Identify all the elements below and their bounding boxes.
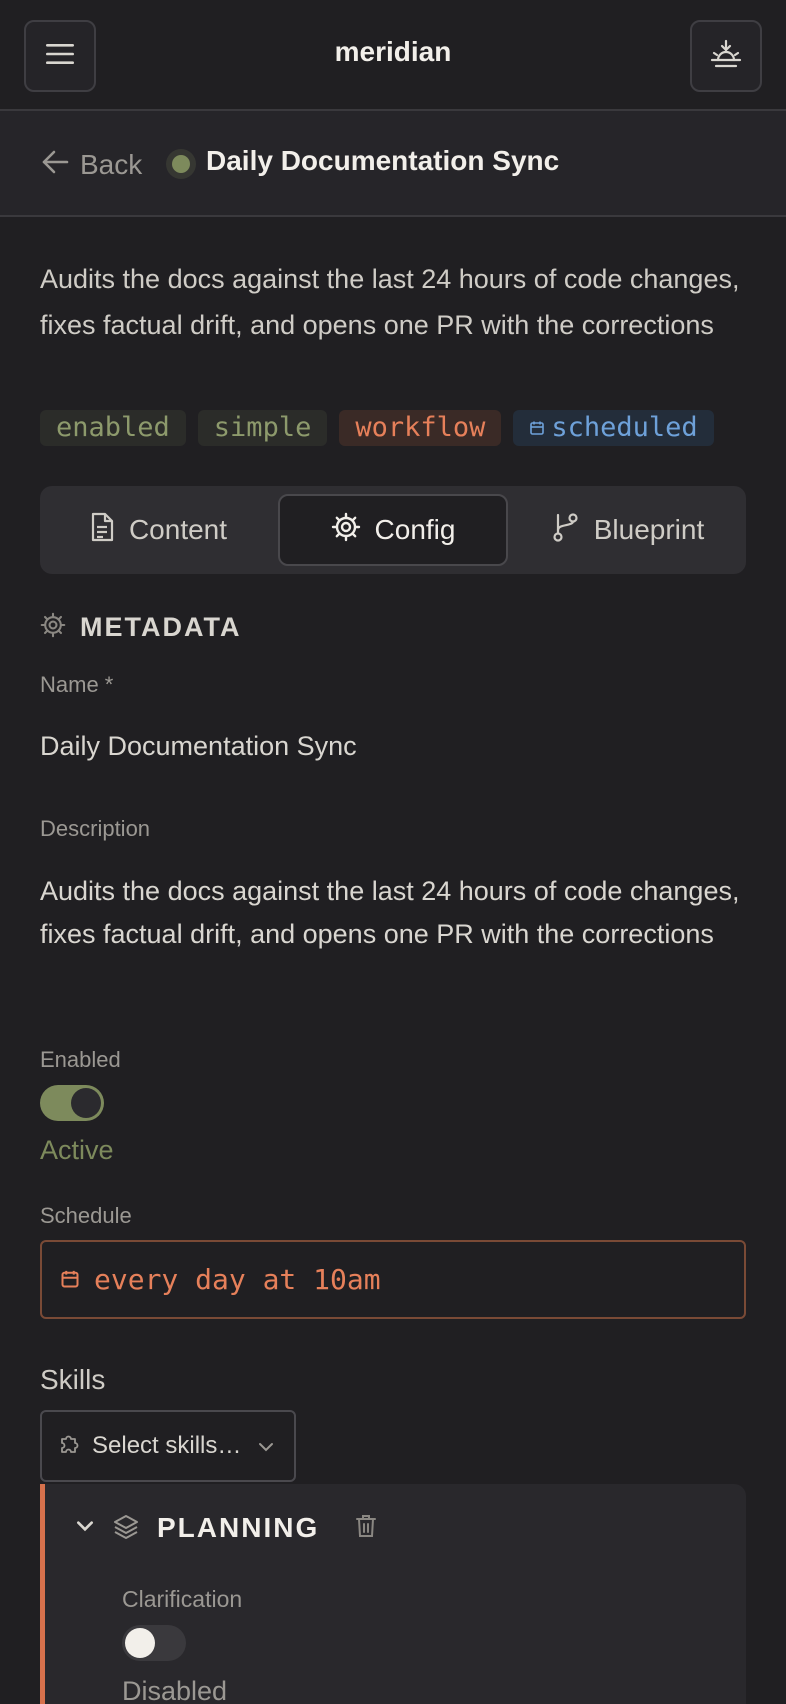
clarification-label: Clarification (122, 1586, 243, 1612)
tag-scheduled: scheduled (513, 410, 714, 446)
tag-workflow: workflow (339, 410, 502, 446)
status-dot (172, 155, 190, 173)
back-label: Back (80, 149, 143, 180)
metadata-title: METADATA (80, 612, 242, 642)
description-field[interactable]: Audits the docs against the last 24 hour… (40, 870, 740, 956)
back-button[interactable]: Back (40, 143, 142, 187)
top-bar: meridian (0, 0, 786, 111)
enabled-status: Active (40, 1135, 114, 1165)
gear-icon (40, 612, 66, 643)
tab-config[interactable]: Config (278, 494, 508, 566)
skills-label: Skills (40, 1364, 106, 1395)
calendar-icon (529, 410, 545, 446)
tab-bar: Content Config Blueprint (40, 486, 746, 574)
toggle-knob (125, 1628, 155, 1658)
gear-icon (331, 512, 361, 549)
description-label: Description (40, 816, 151, 841)
arrow-left-icon (40, 148, 70, 183)
workflow-description: Audits the docs against the last 24 hour… (40, 264, 740, 340)
tab-content[interactable]: Content (48, 494, 268, 566)
metadata-section-header: METADATA (40, 612, 241, 643)
tag-simple: simple (197, 410, 328, 446)
skills-placeholder: Select skills… (92, 1432, 242, 1459)
puzzle-icon (58, 1431, 82, 1462)
tag-scheduled-label: scheduled (551, 412, 698, 443)
sunrise-icon (709, 39, 743, 74)
calendar-icon (60, 1263, 80, 1296)
name-field[interactable]: Daily Documentation Sync (40, 731, 357, 762)
planning-header[interactable]: PLANNING (75, 1512, 377, 1544)
branch-icon (552, 512, 580, 549)
enabled-label: Enabled (40, 1047, 121, 1072)
sunrise-button[interactable] (690, 20, 762, 92)
clarification-status: Disabled (122, 1676, 228, 1704)
schedule-input[interactable]: every day at 10am (40, 1240, 746, 1319)
tag-list: enabled simple workflow scheduled (40, 410, 714, 446)
document-icon (89, 512, 115, 549)
chevron-down-icon[interactable] (75, 1519, 95, 1538)
tab-content-label: Content (128, 514, 228, 545)
layers-icon (113, 1513, 139, 1544)
tab-blueprint[interactable]: Blueprint (518, 494, 738, 566)
planning-title: PLANNING (157, 1512, 320, 1543)
app-title: meridian (334, 36, 452, 67)
enabled-toggle[interactable] (40, 1085, 104, 1121)
tab-blueprint-label: Blueprint (593, 514, 705, 545)
chevron-down-icon (257, 1432, 275, 1460)
page-title: Daily Documentation Sync (206, 145, 560, 176)
tag-enabled: enabled (40, 410, 186, 446)
schedule-label: Schedule (40, 1203, 132, 1228)
skills-select[interactable]: Select skills… (40, 1410, 296, 1482)
name-label: Name * (40, 672, 114, 697)
clarification-toggle[interactable] (122, 1625, 186, 1661)
tab-config-label: Config (374, 514, 456, 545)
trash-icon[interactable] (355, 1514, 377, 1543)
schedule-value: every day at 10am (94, 1263, 381, 1296)
toggle-knob (71, 1088, 101, 1118)
